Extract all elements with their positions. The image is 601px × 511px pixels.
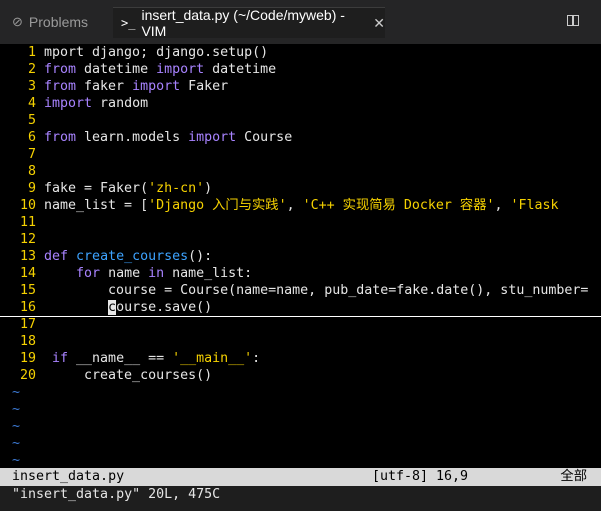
line-number: 1: [27, 45, 36, 60]
code-line[interactable]: 4 import random: [0, 95, 601, 112]
vim-statusline: insert_data.py [utf-8] 16,9 全部: [0, 468, 601, 486]
line-number: 3: [27, 79, 36, 94]
code-line[interactable]: 13 def create_courses():: [0, 248, 601, 265]
vim-editor[interactable]: 1 mport django; django.setup() 2 from datet…: [0, 44, 601, 468]
code-line[interactable]: 1 mport django; django.setup(): [0, 44, 601, 61]
line-number: 17: [19, 317, 36, 332]
line-number: 18: [19, 334, 36, 349]
code-line[interactable]: 19 if __name__ == '__main__':: [0, 350, 601, 367]
status-filename: insert_data.py: [12, 469, 125, 484]
line-text: mport django; django.setup(): [44, 45, 269, 60]
line-number: 20: [19, 368, 36, 383]
code-line[interactable]: 2 from datetime import datetime: [0, 61, 601, 78]
line-number: 9: [27, 181, 36, 196]
empty-line-tilde: ~: [12, 453, 21, 468]
vim-command-line[interactable]: "insert_data.py" 20L, 475C: [12, 486, 220, 504]
problems-icon: ⊘: [12, 14, 23, 29]
line-number: 16: [19, 300, 36, 315]
line-number: 11: [19, 215, 36, 230]
code-line[interactable]: 7: [0, 146, 601, 163]
line-number: 12: [19, 232, 36, 247]
line-text: from datetime import datetime: [44, 62, 277, 77]
code-line[interactable]: 9 fake = Faker('zh-cn'): [0, 180, 601, 197]
empty-line-tilde: ~: [12, 419, 21, 434]
line-text: def create_courses():: [44, 249, 213, 264]
line-text: fake = Faker('zh-cn'): [44, 181, 213, 196]
code-line[interactable]: 3 from faker import Faker: [0, 78, 601, 95]
line-number: 6: [27, 130, 36, 145]
line-number: 5: [27, 113, 36, 128]
code-line[interactable]: 15 course = Course(name=name, pub_date=f…: [0, 282, 601, 299]
empty-line-tilde: ~: [12, 402, 21, 417]
line-number: 14: [19, 266, 36, 281]
line-text: name_list = ['Django 入门与实践', 'C++ 实现简易 D…: [44, 198, 559, 213]
line-number: 7: [27, 147, 36, 162]
status-scroll-all: 全部: [560, 469, 587, 484]
code-line[interactable]: 5: [0, 112, 601, 129]
code-line[interactable]: 20 create_courses(): [0, 367, 601, 384]
code-line[interactable]: 11: [0, 214, 601, 231]
code-line[interactable]: 14 for name in name_list:: [0, 265, 601, 282]
line-text: course.save(): [108, 300, 213, 315]
line-text: if __name__ == '__main__':: [52, 351, 261, 366]
code-line[interactable]: 8: [0, 163, 601, 180]
text-cursor: c: [108, 300, 117, 315]
empty-line-tilde: ~: [12, 385, 21, 400]
line-number: 8: [27, 164, 36, 179]
empty-line-tilde: ~: [12, 436, 21, 451]
line-number: 13: [19, 249, 36, 264]
tab-vim-terminal[interactable]: >_ insert_data.py (~/Code/myweb) - VIM ✕: [113, 7, 385, 39]
line-number: 19: [19, 351, 36, 366]
tab-bar: ⊘ Problems >_ insert_data.py (~/Code/myw…: [0, 0, 601, 44]
line-text: for name in name_list:: [76, 266, 253, 281]
line-number: 2: [27, 62, 36, 77]
line-text: course = Course(name=name, pub_date=fake…: [44, 283, 589, 298]
tab-problems-label: Problems: [28, 14, 89, 30]
line-text: create_courses(): [44, 368, 213, 383]
line-text: from faker import Faker: [44, 79, 229, 94]
line-number: 15: [19, 283, 36, 298]
line-number: 10: [19, 198, 36, 213]
code-line[interactable]: 10 name_list = ['Django 入门与实践', 'C++ 实现简易…: [0, 197, 601, 214]
code-line[interactable]: 18: [0, 333, 601, 350]
split-editor-icon[interactable]: [567, 15, 579, 26]
code-line[interactable]: 6 from learn.models import Course: [0, 129, 601, 146]
tab-problems[interactable]: ⊘ Problems: [12, 7, 88, 37]
terminal-icon: >_: [121, 16, 136, 30]
line-text: from learn.models import Course: [44, 130, 293, 145]
close-icon[interactable]: ✕: [373, 15, 385, 32]
line-number: 4: [27, 96, 36, 111]
code-line[interactable]: 12: [0, 231, 601, 248]
code-line[interactable]: 16 course.save(): [0, 299, 601, 317]
line-text: import random: [44, 96, 149, 111]
status-encoding-position: [utf-8] 16,9: [372, 469, 469, 484]
code-line[interactable]: 17: [0, 316, 601, 333]
tab-vim-label: insert_data.py (~/Code/myweb) - VIM: [141, 7, 345, 39]
